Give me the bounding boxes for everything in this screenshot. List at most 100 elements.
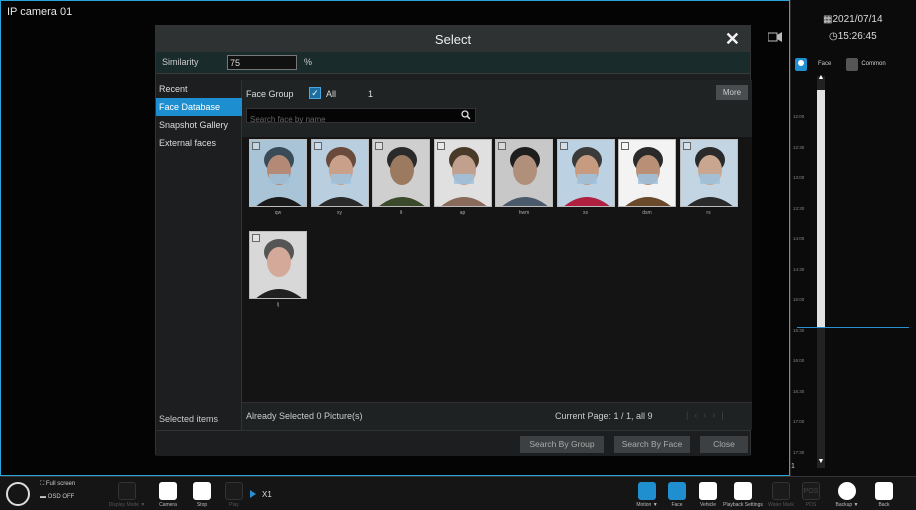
search-icon[interactable]: [461, 110, 471, 120]
face-thumbnail[interactable]: [433, 139, 492, 207]
fullscreen-osd-group: ⛶ Full screen ▬ OSD OFF: [40, 481, 75, 506]
face-checkbox[interactable]: [498, 142, 506, 150]
face-card[interactable]: ap: [433, 139, 492, 217]
common-tab-icon[interactable]: [846, 57, 859, 71]
motion-icon: [638, 482, 656, 500]
face-thumbnail[interactable]: [618, 139, 676, 207]
face-thumbnail[interactable]: [372, 139, 430, 207]
search-box: [246, 108, 476, 126]
face-card[interactable]: dsm: [618, 139, 676, 217]
face-name: qw: [274, 210, 282, 216]
watermark-icon: [772, 482, 790, 500]
camera-title: IP camera 01: [7, 6, 73, 18]
vehicle-button[interactable]: Vehicle: [694, 477, 722, 510]
face-checkbox[interactable]: [313, 142, 322, 150]
start-menu-icon[interactable]: [6, 482, 30, 506]
face-checkbox[interactable]: [252, 142, 260, 150]
face-thumbnail[interactable]: [249, 231, 307, 299]
bottom-toolbar: ⛶ Full screen ▬ OSD OFF Display Mode ▼ C…: [0, 476, 916, 510]
tab-common[interactable]: Common: [861, 61, 885, 67]
stop-button[interactable]: Stop: [190, 477, 214, 510]
timeline-tick: 12:30: [793, 144, 805, 150]
similarity-label: Similarity: [162, 57, 199, 67]
selected-items-label[interactable]: Selected items: [159, 414, 218, 424]
face-checkbox[interactable]: [682, 142, 691, 150]
face-card[interactable]: qw: [249, 139, 307, 217]
scroll-down-icon[interactable]: ▼: [817, 458, 825, 465]
face-card[interactable]: xy: [310, 139, 369, 217]
display-mode-button[interactable]: Display Mode ▼: [104, 477, 150, 510]
backup-icon: [838, 482, 856, 500]
select-dialog: Select ✕ Similarity % Recent Face Databa…: [155, 25, 752, 456]
search-input[interactable]: [247, 113, 457, 126]
pos-button[interactable]: POS POS: [800, 477, 822, 510]
face-checkbox[interactable]: [621, 142, 629, 150]
face-checkbox[interactable]: [559, 142, 568, 150]
face-thumbnail[interactable]: [556, 139, 615, 207]
face-thumbnail[interactable]: [679, 139, 738, 207]
more-button[interactable]: More: [716, 85, 748, 100]
osd-toggle[interactable]: ▬ OSD OFF: [40, 494, 75, 500]
face-name: xs: [583, 210, 588, 216]
selection-status-bar: Already Selected 0 Picture(s) Current Pa…: [242, 402, 752, 430]
display-mode-icon: [118, 482, 136, 500]
face-checkbox[interactable]: [375, 142, 383, 150]
face-card[interactable]: lt: [372, 139, 430, 217]
close-icon[interactable]: ✕: [725, 29, 740, 50]
sidebar-item-snapshot-gallery[interactable]: Snapshot Gallery: [156, 116, 242, 134]
search-by-group-button[interactable]: Search By Group: [520, 436, 604, 453]
date-display: ▦2021/07/14: [823, 14, 883, 25]
camera-grid-icon: [159, 482, 177, 500]
speed-label[interactable]: X1: [262, 490, 272, 499]
timeline-marker: [797, 327, 909, 328]
face-card[interactable]: lj: [249, 231, 307, 309]
timeline-tick: 16:30: [793, 388, 805, 394]
face-tab-icon[interactable]: [795, 57, 807, 71]
timeline[interactable]: ▲ ▼ 12:00 12:30 13:00 13:30 14:00 14:30 15:00 1…: [791, 74, 909, 472]
all-label: All: [326, 89, 337, 99]
camera-button[interactable]: Camera: [156, 477, 180, 510]
face-name: xy: [337, 210, 342, 216]
timeline-tick: 12:00: [793, 114, 805, 119]
face-button[interactable]: Face: [665, 477, 689, 510]
sidebar-item-external-faces[interactable]: External faces: [156, 134, 242, 152]
search-by-face-button[interactable]: Search By Face: [614, 436, 690, 453]
close-button[interactable]: Close: [700, 436, 748, 453]
tab-face[interactable]: Face: [818, 61, 831, 67]
timeline-number: 1: [791, 463, 795, 470]
timeline-tick: 13:30: [793, 205, 805, 211]
fullscreen-button[interactable]: ⛶ Full screen: [40, 481, 75, 488]
timeline-scrollbar[interactable]: [817, 76, 825, 468]
face-checkbox[interactable]: [436, 142, 445, 150]
face-card[interactable]: hwm: [495, 139, 553, 217]
timeline-scroll-thumb[interactable]: [817, 90, 825, 328]
vehicle-icon: [699, 482, 717, 500]
face-thumbnail[interactable]: [495, 139, 553, 207]
right-panel: ▦2021/07/14 ◷15:26:45 Face Common ▲ ▼ 12…: [790, 0, 916, 476]
speed-play-icon[interactable]: [250, 490, 256, 498]
similarity-input[interactable]: [227, 55, 297, 70]
all-checkbox[interactable]: ✓: [309, 87, 321, 99]
timeline-tick: 17:30: [793, 449, 805, 455]
sidebar-item-recent[interactable]: Recent: [156, 80, 242, 98]
back-button[interactable]: Back: [872, 477, 896, 510]
timeline-tick: 15:00: [793, 297, 805, 302]
backup-button[interactable]: Backup ▼: [830, 477, 864, 510]
playback-settings-button[interactable]: Playback Settings: [722, 477, 764, 510]
face-thumbnail[interactable]: [310, 139, 369, 207]
face-card[interactable]: rs: [679, 139, 738, 217]
watermark-button[interactable]: Water Mark: [766, 477, 796, 510]
face-card[interactable]: xs: [556, 139, 615, 217]
scroll-up-icon[interactable]: ▲: [817, 74, 825, 81]
face-checkbox[interactable]: [252, 234, 260, 242]
sidebar-item-face-database[interactable]: Face Database: [156, 98, 242, 116]
pager-icons[interactable]: |‹‹›|: [686, 410, 730, 420]
timeline-tick: 17:00: [793, 419, 805, 424]
face-thumbnail[interactable]: [249, 139, 307, 207]
face-name: lt: [399, 210, 403, 216]
face-icon: [668, 482, 686, 500]
record-icon[interactable]: [768, 32, 782, 42]
play-button[interactable]: Play: [222, 477, 246, 510]
dialog-header: Select ✕: [156, 26, 750, 52]
motion-button[interactable]: Motion ▼: [630, 477, 664, 510]
